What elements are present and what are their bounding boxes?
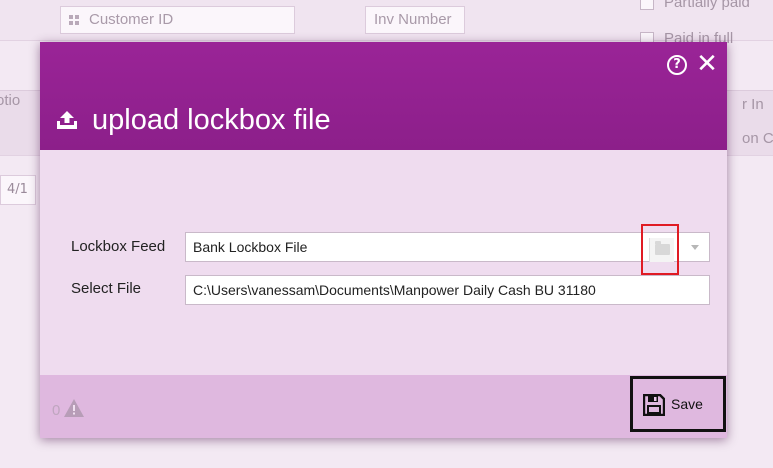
- customer-id-placeholder: Customer ID: [89, 11, 174, 28]
- select-file-value: C:\Users\vanessam\Documents\Manpower Dai…: [193, 282, 596, 298]
- partially-paid-label: Partially paid: [664, 0, 750, 11]
- background-cut-label-right-2: on C: [742, 130, 773, 147]
- lockbox-feed-select[interactable]: Bank Lockbox File: [185, 232, 710, 262]
- upload-lockbox-dialog: ? ✕ upload lockbox file Lockbox Feed Ban…: [40, 42, 727, 438]
- save-label: Save: [671, 396, 703, 412]
- background-cut-label-right-1: r In: [742, 96, 764, 113]
- close-icon[interactable]: ✕: [695, 50, 719, 78]
- upload-icon: [57, 111, 77, 129]
- dialog-header: ? ✕ upload lockbox file: [40, 42, 727, 150]
- inv-number-placeholder: Inv Number: [374, 11, 452, 28]
- partially-paid-checkbox[interactable]: [640, 0, 654, 10]
- warning-icon[interactable]: [64, 399, 84, 417]
- lockbox-feed-value: Bank Lockbox File: [193, 239, 308, 255]
- customer-id-field[interactable]: Customer ID: [60, 6, 295, 34]
- dialog-footer: 0: [40, 375, 727, 438]
- inv-number-field[interactable]: Inv Number: [365, 6, 465, 34]
- grid-icon: [69, 15, 79, 26]
- warning-count: 0: [52, 402, 61, 419]
- save-button[interactable]: Save: [630, 376, 726, 432]
- chevron-down-icon: [691, 245, 699, 250]
- browse-file-button[interactable]: [641, 224, 679, 275]
- dialog-body: Lockbox Feed Bank Lockbox File Select Fi…: [40, 150, 727, 375]
- browse-button-face: [649, 238, 674, 262]
- select-file-input[interactable]: C:\Users\vanessam\Documents\Manpower Dai…: [185, 275, 710, 305]
- lockbox-feed-label: Lockbox Feed: [71, 238, 166, 255]
- help-icon[interactable]: ?: [667, 55, 687, 75]
- dialog-title: upload lockbox file: [92, 104, 331, 136]
- background-date-field[interactable]: 4/1: [0, 175, 36, 205]
- background-cut-label-left: otio: [0, 92, 21, 109]
- folder-icon: [655, 241, 670, 255]
- select-file-label: Select File: [71, 280, 142, 297]
- floppy-disk-icon: [643, 394, 665, 416]
